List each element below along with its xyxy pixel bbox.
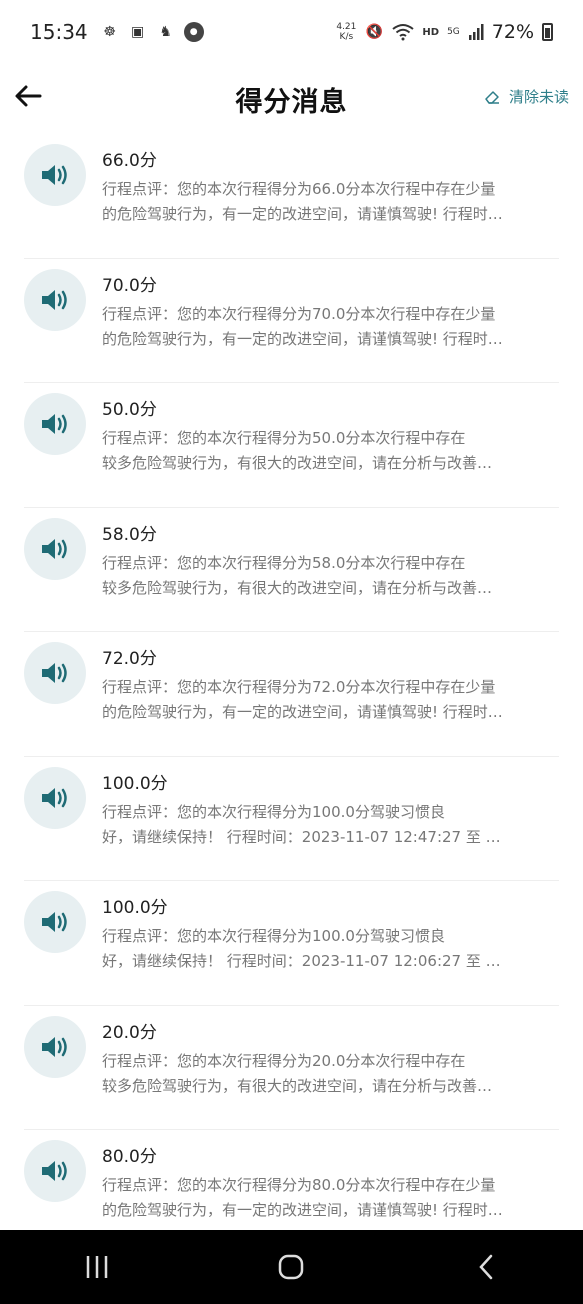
message-item[interactable]: 100.0分行程点评：您的本次行程得分为100.0分驾驶习惯良好，请继续保持！ … [24,757,559,881]
message-preview: 行程点评：您的本次行程得分为20.0分本次行程中存在较多危险驾驶行为，有很大的改… [102,1049,550,1099]
status-time: 15:34 [30,20,88,44]
message-score: 50.0分 [102,400,157,420]
gallery-icon: ▣ [131,24,145,40]
message-score: 72.0分 [102,649,157,669]
speaker-icon [42,663,67,683]
message-score: 58.0分 [102,524,157,545]
message-preview: 行程点评：您的本次行程得分为66.0分本次行程中存在少量 的危险驾驶行为，有一定的… [102,177,550,227]
speaker-icon [42,1036,67,1057]
home-button[interactable] [261,1237,321,1297]
message-preview-line: 行程点评：您的本次行程得分为20.0分本次行程中存在 [102,1051,466,1070]
message-preview-line: 较多危险驾驶行为，有很大的改进空间，请在分析与改善… [102,1076,493,1095]
message-preview-line: 的危险驾驶行为，有一定的改进空间，请谨慎驾驶! 行程时… [102,329,503,348]
message-avatar [24,891,86,953]
speaker-icon [42,1161,67,1181]
message-preview-line: 行程点评：您的本次行程得分为100.0分驾驶习惯良 [102,927,445,945]
clear-unread-button[interactable]: 清除未读 [483,86,569,107]
back-nav-button[interactable] [456,1237,516,1297]
message-item[interactable]: 20.0分行程点评：您的本次行程得分为20.0分本次行程中存在较多危险驾驶行为，… [24,1006,559,1130]
message-item[interactable]: 80.0分行程点评：您的本次行程得分为80.0分本次行程中存在少量 的危险驾驶行为… [24,1130,559,1230]
home-icon [279,1254,304,1280]
net-speed: 4.21 K/s [336,22,357,42]
message-preview-line: 行程点评：您的本次行程得分为66.0分本次行程中存在少量 [102,180,496,198]
message-avatar [24,517,86,580]
message-preview-line: 行程点评：您的本次行程得分为58.0分本次行程中存在 [102,553,466,572]
message-avatar [24,1140,86,1202]
message-list[interactable]: 66.0分行程点评：您的本次行程得分为66.0分本次行程中存在少量 的危险驾驶行为… [0,134,583,1230]
message-preview: 行程点评：您的本次行程得分为58.0分本次行程中存在较多危险驾驶行为，有很大的改… [102,551,550,601]
message-preview-line: 行程点评：您的本次行程得分为72.0分本次行程中存在少量 [102,678,496,696]
signal-icon [468,24,484,40]
message-preview-line: 的危险驾驶行为，有一定的改进空间，请谨慎驾驶! 行程时… [102,703,503,721]
message-item[interactable]: 58.0分行程点评：您的本次行程得分为58.0分本次行程中存在较多危险驾驶行为，… [24,508,559,632]
message-item[interactable]: 72.0分行程点评：您的本次行程得分为72.0分本次行程中存在少量 的危险驾驶行为… [24,632,559,757]
message-preview: 行程点评：您的本次行程得分为50.0分本次行程中存在较多危险驾驶行为，有很大的改… [102,426,550,476]
message-preview: 行程点评：您的本次行程得分为80.0分本次行程中存在少量 的危险驾驶行为，有一定的… [102,1173,550,1223]
app-header: 得分消息 清除未读 [0,64,583,134]
message-item[interactable]: 50.0分行程点评：您的本次行程得分为50.0分本次行程中存在较多危险驾驶行为，… [24,383,559,508]
clear-unread-label: 清除未读 [508,88,569,106]
speaker-icon [42,165,67,185]
speaker-icon [42,538,67,559]
message-score: 66.0分 [102,151,157,171]
message-preview-line: 的危险驾驶行为，有一定的改进空间，请谨慎驾驶! 行程时… [102,1201,503,1219]
message-preview-line: 行程点评：您的本次行程得分为50.0分本次行程中存在 [102,429,466,447]
message-preview-line: 行程点评：您的本次行程得分为80.0分本次行程中存在少量 [102,1176,496,1194]
message-preview-line: 的危险驾驶行为，有一定的改进空间，请谨慎驾驶! 行程时… [102,205,503,223]
message-avatar [24,1015,86,1078]
message-preview-line: 行程点评：您的本次行程得分为70.0分本次行程中存在少量 [102,304,496,323]
message-preview-line: 较多危险驾驶行为，有很大的改进空间，请在分析与改善… [102,454,493,472]
recents-button[interactable] [67,1237,127,1297]
system-nav-bar [0,1230,583,1304]
speaker-icon [42,289,67,310]
message-item[interactable]: 100.0分行程点评：您的本次行程得分为100.0分驾驶习惯良好，请继续保持！ … [24,881,559,1006]
message-preview-line: 较多危险驾驶行为，有很大的改进空间，请在分析与改善… [102,578,493,597]
message-avatar [24,393,86,455]
message-score: 20.0分 [102,1022,157,1043]
message-preview: 行程点评：您的本次行程得分为100.0分驾驶习惯良好，请继续保持！ 行程时间：2… [102,800,550,850]
battery-percent: 72% [491,21,534,43]
message-score: 80.0分 [102,1147,157,1167]
speaker-icon [42,414,67,434]
status-bar: 15:34 ☸ ▣ ♞ ● 4.21 K/s 🔇 HD 5G 72% [0,0,583,64]
message-item[interactable]: 70.0分行程点评：您的本次行程得分为70.0分本次行程中存在少量 的危险驾驶行为… [24,259,559,383]
message-score: 100.0分 [102,773,168,794]
message-preview: 行程点评：您的本次行程得分为100.0分驾驶习惯良好，请继续保持！ 行程时间：2… [102,924,550,974]
app-badge-icon: ● [183,22,204,42]
message-score: 70.0分 [102,275,157,296]
eraser-icon [485,90,499,104]
speaker-icon [42,912,67,932]
notification-icons: ☸ ▣ ♞ ● [100,22,204,42]
battery-icon [542,23,553,41]
message-item[interactable]: 66.0分行程点评：您的本次行程得分为66.0分本次行程中存在少量 的危险驾驶行为… [24,134,559,259]
app-notification-icon: ☸ [103,24,116,40]
hd-label: HD [422,26,440,38]
wifi-icon [392,24,415,41]
message-avatar [24,642,86,704]
signal-label: 5G [447,27,460,37]
message-preview: 行程点评：您的本次行程得分为70.0分本次行程中存在少量 的危险驾驶行为，有一定的… [102,302,550,352]
message-preview: 行程点评：您的本次行程得分为72.0分本次行程中存在少量 的危险驾驶行为，有一定的… [102,675,550,725]
message-avatar [24,766,86,829]
message-avatar [24,144,86,206]
recents-icon [86,1256,108,1278]
message-avatar [24,268,86,331]
message-preview-line: 好，请继续保持！ 行程时间：2023-11-07 12:06:27 至 … [102,952,501,970]
message-preview-line: 好，请继续保持！ 行程时间：2023-11-07 12:47:27 至 … [102,827,501,846]
speaker-icon [42,787,67,808]
status-right: 4.21 K/s 🔇 HD 5G 72% [336,21,553,43]
chevron-left-icon [479,1254,493,1280]
app-notification-icon: ♞ [159,24,172,40]
message-preview-line: 行程点评：您的本次行程得分为100.0分驾驶习惯良 [102,802,445,821]
mute-icon: 🔇 [365,24,384,40]
message-score: 100.0分 [102,898,168,918]
